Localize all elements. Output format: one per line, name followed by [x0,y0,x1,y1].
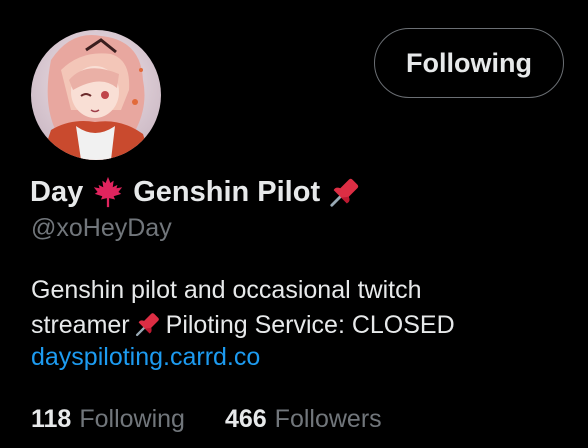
maple-leaf-icon [91,175,125,209]
avatar[interactable] [29,28,163,162]
bio-line-2-start: streamer [31,311,130,339]
followers-stat[interactable]: 466 Followers [225,405,382,434]
avatar-image [31,30,161,160]
pushpin-icon [134,310,162,338]
user-handle: @xoHeyDay [31,214,172,242]
bio-line-2: streamer Piloting Service: CLOSED [31,308,571,343]
profile-header: Following Day Genshin Pilot @xoHeyDay Ge… [0,0,588,448]
bio-line-2-end: Piloting Service: CLOSED [165,311,455,339]
bio-line-1: Genshin pilot and occasional twitch [31,276,422,304]
followers-label: Followers [274,405,382,433]
follow-stats: 118 Following 466 Followers [31,405,422,434]
followers-count: 466 [224,405,267,433]
following-button-label: Following [406,47,532,78]
following-label: Following [79,405,185,433]
following-stat[interactable]: 118 Following [31,405,185,434]
pushpin-icon [328,175,362,209]
website-link[interactable]: dayspiloting.carrd.co [31,343,260,372]
display-name: Day Genshin Pilot [30,170,370,214]
display-name-part2: Genshin Pilot [133,175,321,208]
following-count: 118 [31,405,72,433]
display-name-part1: Day [30,175,84,208]
bio: Genshin pilot and occasional twitch stre… [31,273,571,343]
following-button[interactable]: Following [374,28,564,98]
